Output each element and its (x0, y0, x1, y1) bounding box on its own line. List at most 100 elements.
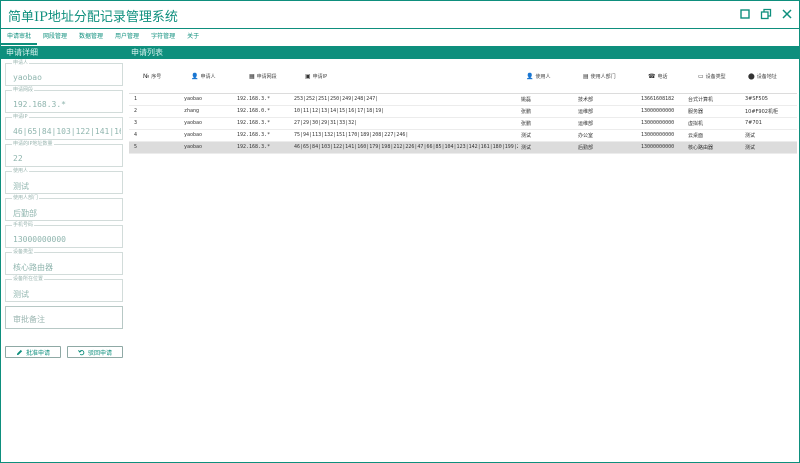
cell-ip: 10|11|12|13|14|15|16|17|18|19| (291, 105, 518, 118)
close-icon[interactable] (781, 8, 793, 20)
cell-user: 张鹏 (518, 105, 575, 118)
menu-item-characters[interactable]: 字符管理 (145, 30, 181, 45)
cell-segment: 192.168.3.* (234, 117, 291, 130)
field-label: 申请人 (12, 60, 30, 66)
column-header-device-location[interactable]: ⬤ 设备地址 (742, 61, 797, 94)
hash-icon: № (143, 73, 150, 81)
ip-count-field[interactable]: 申请的IP地址数量 22 (5, 141, 123, 167)
column-header-phone[interactable]: ☎ 电话 (638, 61, 685, 94)
detail-panel-title: 申请详细 (1, 46, 126, 59)
column-header-label: 使用人部门 (590, 74, 616, 81)
ip-icon: ▣ (305, 73, 311, 81)
cell-index: 2 (129, 105, 181, 118)
menu-bar: 申请审批 网段管理 数据管理 用户管理 字符管理 关于 (1, 30, 799, 45)
cell-ip: 75|94|113|132|151|170|189|208|227|246| (291, 129, 518, 142)
table-row-selected[interactable]: 5 yaobao 192.168.3.* 46|65|84|103|122|14… (129, 141, 797, 154)
field-value: 22 (13, 154, 23, 163)
table-row[interactable]: 1 yaobao 192.168.3.* 253|252|251|250|249… (129, 93, 797, 106)
window-controls (739, 8, 793, 20)
column-header-index[interactable]: № 序号 (129, 61, 181, 94)
cell-department: 运维部 (575, 117, 638, 130)
action-buttons: 批准申请 驳回申请 (5, 346, 123, 358)
cell-index: 5 (129, 141, 181, 154)
cell-index: 1 (129, 93, 181, 106)
field-label: 设备所在位置 (12, 276, 45, 282)
approve-button[interactable]: 批准申请 (5, 346, 61, 358)
cell-device-type: 虚拟机 (685, 117, 742, 130)
pencil-icon (16, 349, 23, 355)
phone-field[interactable]: 手机号码 13000000000 (5, 222, 123, 248)
request-table: № 序号 👤 申请人 ▦ 申请网段 ▣ 申请IP 👤 使用人 ▤ 使用人部门 ☎ 电话 ▭ 设备… (129, 61, 797, 154)
user-icon: 👤 (191, 73, 199, 81)
column-header-device-type[interactable]: ▭ 设备类型 (685, 61, 742, 94)
device-type-field[interactable]: 设备类型 核心路由器 (5, 249, 123, 275)
cell-department: 运维部 (575, 105, 638, 118)
reject-button[interactable]: 驳回申请 (67, 346, 123, 358)
field-label: 设备类型 (12, 249, 35, 255)
department-field[interactable]: 使用人部门 后勤部 (5, 195, 123, 221)
column-header-ip[interactable]: ▣ 申请IP (291, 61, 518, 94)
cell-phone: 13000000000 (638, 141, 685, 154)
column-header-segment[interactable]: ▦ 申请网段 (234, 61, 291, 94)
cell-applicant: yaobao (181, 93, 234, 106)
cell-device-type: 服务器 (685, 105, 742, 118)
ip-field[interactable]: 申请IP 46|65|84|103|122|141|160| (5, 114, 123, 140)
cell-device-location: 测试 (742, 141, 797, 154)
field-value: 测试 (13, 290, 29, 299)
cell-segment: 192.168.0.* (234, 105, 291, 118)
menu-item-data[interactable]: 数据管理 (73, 30, 109, 45)
cell-department: 后勤部 (575, 141, 638, 154)
column-header-applicant[interactable]: 👤 申请人 (181, 61, 234, 94)
field-label: 使用人部门 (12, 195, 40, 201)
user-icon: 👤 (526, 73, 534, 81)
field-label: 申请IP (12, 114, 29, 120)
field-value: 测试 (13, 182, 29, 191)
cell-device-location: 7#701 (742, 117, 797, 130)
cell-ip: 253|252|251|250|249|248|247| (291, 93, 518, 106)
menu-item-about[interactable]: 关于 (181, 30, 205, 45)
table-row[interactable]: 4 yaobao 192.168.3.* 75|94|113|132|151|1… (129, 129, 797, 142)
request-table-container: № 序号 👤 申请人 ▦ 申请网段 ▣ 申请IP 👤 使用人 ▤ 使用人部门 ☎ 电话 ▭ 设备… (129, 61, 797, 154)
cell-segment: 192.168.3.* (234, 93, 291, 106)
restore-icon[interactable] (760, 8, 772, 20)
cell-device-location: 测试 (742, 129, 797, 142)
field-value: 核心路由器 (13, 263, 53, 272)
cell-segment: 192.168.3.* (234, 129, 291, 142)
menu-item-users[interactable]: 用户管理 (109, 30, 145, 45)
column-header-label: 序号 (151, 74, 162, 81)
cell-device-location: 10#F902机柜 (742, 105, 797, 118)
list-panel-title: 申请列表 (126, 46, 799, 59)
column-header-label: 设备地址 (756, 74, 777, 81)
field-label: 使用人 (12, 168, 30, 174)
cell-segment: 192.168.3.* (234, 141, 291, 154)
column-header-department[interactable]: ▤ 使用人部门 (575, 61, 638, 94)
location-icon: ⬤ (748, 73, 755, 81)
table-row[interactable]: 3 yaobao 192.168.3.* 27|29|30|29|31|33|3… (129, 117, 797, 130)
cell-user: 测试 (518, 129, 575, 142)
column-header-user[interactable]: 👤 使用人 (518, 61, 575, 94)
app-window: 简单IP地址分配记录管理系统 申请审批 网段管理 数据管理 用户管理 字符管理 … (0, 0, 800, 463)
cell-applicant: yaobao (181, 129, 234, 142)
menu-item-segments[interactable]: 网段管理 (37, 30, 73, 45)
segment-field[interactable]: 申请网段 192.168.3.* (5, 87, 123, 113)
field-value: 13000000000 (13, 235, 66, 244)
field-label: 手机号码 (12, 222, 35, 228)
cell-device-type: 云桌面 (685, 129, 742, 142)
remark-placeholder: 审批备注 (13, 315, 45, 324)
app-title: 简单IP地址分配记录管理系统 (8, 10, 178, 25)
undo-icon (78, 349, 85, 355)
menu-item-approval[interactable]: 申请审批 (1, 30, 38, 45)
cell-phone: 13661608182 (638, 93, 685, 106)
user-field[interactable]: 使用人 测试 (5, 168, 123, 194)
department-icon: ▤ (583, 73, 589, 81)
field-label: 申请网段 (12, 87, 35, 93)
device-location-field[interactable]: 设备所在位置 测试 (5, 276, 123, 302)
column-header-label: 设备类型 (705, 74, 726, 81)
cell-index: 4 (129, 129, 181, 142)
applicant-field[interactable]: 申请人 yaobao (5, 60, 123, 86)
table-row[interactable]: 2 zhang 192.168.0.* 10|11|12|13|14|15|16… (129, 105, 797, 118)
minimize-icon[interactable] (739, 8, 751, 20)
approve-button-label: 批准申请 (25, 349, 50, 357)
phone-icon: ☎ (648, 73, 656, 81)
approval-remark-input[interactable]: 审批备注 (5, 306, 123, 329)
